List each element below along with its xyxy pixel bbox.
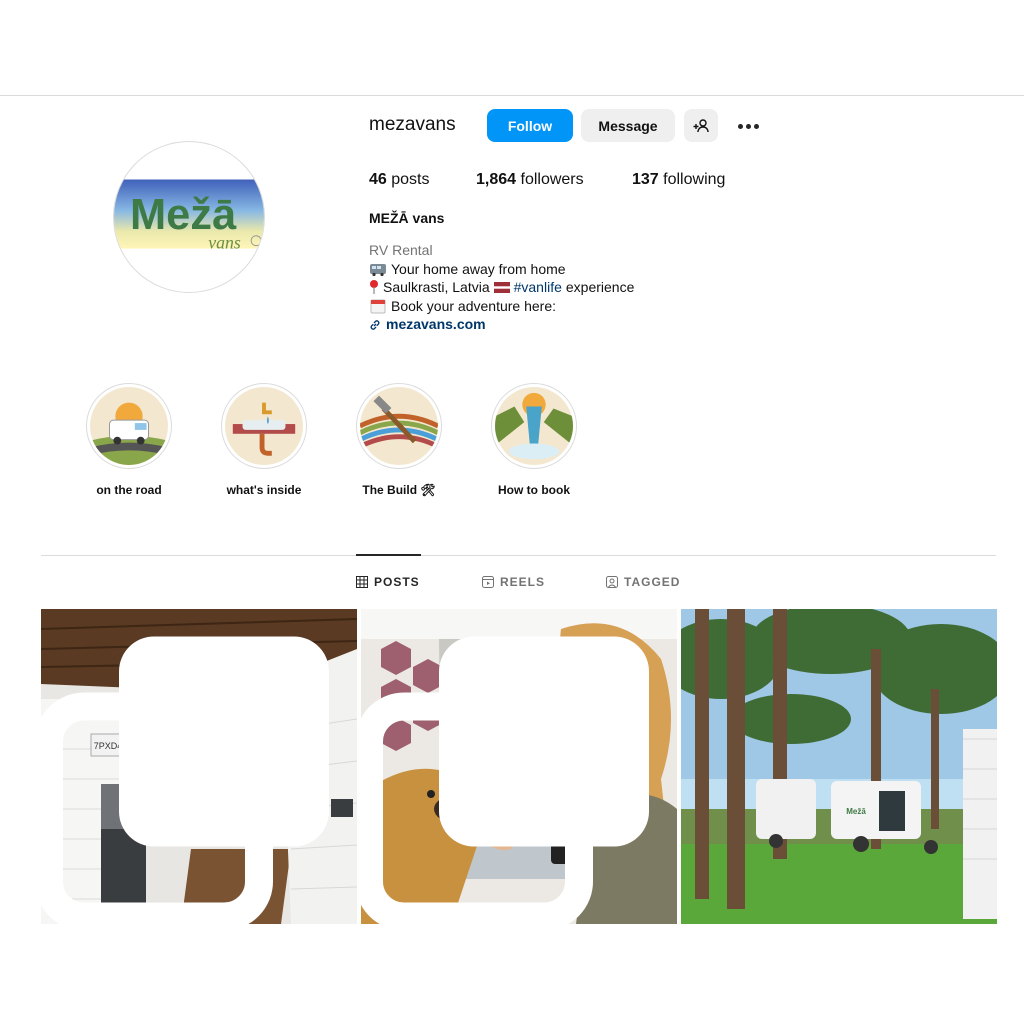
highlight-the-build[interactable]: The Build 🛠: [339, 383, 459, 497]
following-count: 137: [632, 171, 659, 188]
followers-count: 1,864: [476, 171, 517, 188]
grid-icon: [356, 576, 368, 588]
tab-posts[interactable]: POSTS: [356, 575, 420, 589]
carousel-icon: [41, 636, 329, 924]
suggest-user-button[interactable]: [684, 109, 718, 142]
sink-faucet-icon: [225, 387, 303, 465]
highlight-how-to-book[interactable]: How to book: [474, 383, 594, 497]
highlight-label: on the road: [96, 483, 162, 497]
tab-tagged[interactable]: TAGGED: [606, 575, 680, 589]
reels-icon: [482, 576, 494, 588]
highlight-cover: [356, 383, 442, 469]
bio-line: Book your adventure here:: [369, 297, 634, 316]
bio-line: Your home away from home: [369, 260, 634, 279]
carousel-icon: [361, 636, 649, 924]
profile-website-link[interactable]: mezavans.com: [369, 315, 634, 334]
waterfall-icon: [495, 387, 573, 465]
add-person-icon: [693, 118, 709, 132]
hammer-icon: [360, 387, 438, 465]
van-forest-image: Mežā: [681, 609, 997, 924]
highlight-label: The Build 🛠: [362, 483, 436, 497]
bus-icon: [370, 263, 386, 276]
avatar-logo-subtext: vans: [208, 233, 241, 253]
dot-icon: [737, 123, 743, 129]
profile-avatar[interactable]: Mežā vans: [113, 141, 265, 293]
tabs-divider: [41, 555, 996, 556]
vanlife-hashtag-link[interactable]: #vanlife: [514, 278, 562, 297]
pin-icon: [370, 280, 378, 295]
bio-booking: Book your adventure here:: [391, 297, 556, 314]
bio-text: experience: [565, 279, 635, 296]
dot-icon: [753, 123, 759, 129]
highlight-cover: [221, 383, 307, 469]
highlight-label: what's inside: [226, 483, 302, 497]
profile-bio: RV Rental Your home away from home Saulk…: [369, 241, 634, 334]
top-divider: [0, 95, 1024, 96]
van-road-icon: [90, 387, 168, 465]
tab-posts-label: POSTS: [374, 575, 420, 589]
bio-location: Saulkrasti, Latvia: [383, 279, 490, 296]
posts-label: posts: [391, 171, 430, 188]
profile-display-name: MEŽĀ vans: [369, 210, 445, 226]
post-man-with-dog[interactable]: [361, 609, 677, 924]
dot-icon: [745, 123, 751, 129]
latvia-flag-icon: [493, 281, 510, 293]
calendar-icon: [370, 299, 386, 314]
highlight-whats-inside[interactable]: what's inside: [204, 383, 324, 497]
van-logo-text: Mežā: [846, 807, 866, 816]
message-button[interactable]: Message: [581, 109, 675, 142]
profile-category: RV Rental: [369, 242, 433, 258]
active-tab-indicator: [356, 554, 421, 556]
following-label: following: [663, 171, 726, 188]
highlight-label: How to book: [498, 483, 570, 497]
follow-button[interactable]: Follow: [487, 109, 573, 142]
tab-tagged-label: TAGGED: [624, 575, 681, 589]
profile-username: mezavans: [369, 114, 456, 135]
post-van-interior[interactable]: 7PXD435: [41, 609, 357, 924]
tab-reels-label: REELS: [500, 575, 546, 589]
post-van-in-forest[interactable]: Mežā: [681, 609, 997, 924]
tab-reels[interactable]: REELS: [482, 575, 545, 589]
highlight-cover: [491, 383, 577, 469]
posts-count: 46: [369, 171, 387, 188]
bio-tagline: Your home away from home: [391, 260, 566, 277]
tagged-person-icon: [606, 576, 618, 588]
bio-line: Saulkrasti, Latvia #vanlife experience: [369, 278, 634, 297]
following-stat[interactable]: 137 following: [632, 171, 725, 189]
followers-label: followers: [520, 171, 584, 188]
highlight-cover: [86, 383, 172, 469]
followers-stat[interactable]: 1,864 followers: [476, 171, 584, 189]
link-icon: [370, 319, 380, 330]
website-link-text: mezavans.com: [386, 316, 486, 333]
highlight-on-the-road[interactable]: on the road: [69, 383, 189, 497]
posts-stat: 46 posts: [369, 171, 430, 189]
more-options-button[interactable]: [734, 113, 762, 139]
